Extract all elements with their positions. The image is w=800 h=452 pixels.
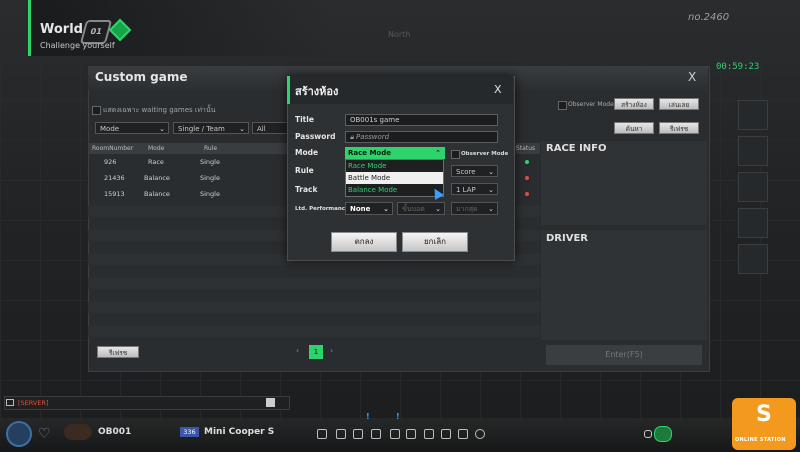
ltd-performance-label: Ltd. Performance [295,206,349,212]
heart-icon: ♡ [38,426,51,442]
chevron-down-icon: ⌄ [383,205,389,213]
empty-row [88,326,540,337]
title-label: Title [295,115,314,124]
shop-icon[interactable] [406,429,416,439]
create-room-button[interactable]: สร้างห้อง [614,98,654,110]
empty-row [88,278,540,289]
chevron-down-icon: ⌄ [488,186,494,194]
col-mode: Mode [148,145,165,152]
player-name: OB001 [98,427,132,437]
chevron-down-icon: ⌄ [435,205,441,213]
chevron-down-icon: ⌄ [488,205,494,213]
mail-icon[interactable] [390,429,400,439]
quick-join-button[interactable]: เล่นเลย [659,98,699,110]
mode-option-race[interactable]: Race Mode [346,160,443,172]
side-slot[interactable] [738,136,768,166]
side-slot[interactable] [738,172,768,202]
status-dot [525,192,529,196]
waiting-only-label: แสดงเฉพาะ waiting games เท่านั้น [103,106,216,114]
prev-page-icon[interactable]: ‹ [296,346,299,355]
ltd-min-dropdown[interactable]: ขั้นบอด ⌄ [397,202,445,215]
driver-title: DRIVER [546,233,588,244]
ltd-max-dropdown[interactable]: มากสุด ⌄ [451,202,498,215]
chevron-down-icon: ⌄ [159,125,165,133]
save-icon[interactable] [266,398,275,407]
toggle-icon[interactable] [654,426,672,442]
community-icon[interactable] [458,429,468,439]
driver-panel [541,230,707,340]
empty-row [88,302,540,313]
logo-text: ONLINE STATION [735,437,786,443]
observer-label: Observer Mode [568,101,614,108]
chat-bubble-icon[interactable] [6,399,14,406]
col-room-number: RoomNumber [92,145,134,152]
next-page-icon[interactable]: › [330,346,333,355]
compass-north: North [388,30,411,39]
page-number-button[interactable]: 1 [309,345,323,359]
chevron-up-icon: ⌃ [435,149,441,157]
people-icon[interactable] [424,429,434,439]
race-info-title: RACE INFO [546,143,607,154]
track-label: Track [295,185,318,194]
title-input[interactable]: OB001s game [345,114,498,126]
gear-icon[interactable] [475,429,485,439]
mode-filter-dropdown[interactable]: Mode ⌄ [95,122,169,134]
password-input[interactable]: 🔒︎ Password [345,131,498,143]
confirm-button[interactable]: ตกลง [331,232,397,252]
bag-icon[interactable] [317,429,327,439]
rule-dropdown[interactable]: Score ⌄ [451,165,498,177]
password-label: Password [295,132,336,141]
world-subtitle: Challenge yourself [40,41,115,50]
custom-game-close-button[interactable]: X [688,70,696,84]
server-number: no.2460 [688,12,730,23]
side-slot[interactable] [738,100,768,130]
create-room-title: สร้างห้อง [295,85,339,98]
col-status: Status [516,145,536,152]
track-dropdown[interactable]: 1 LAP ⌄ [451,183,498,195]
world-title: World [40,22,83,37]
col-rule: Rule [204,145,218,152]
ltd-performance-dropdown[interactable]: None ⌄ [345,202,393,215]
enter-button[interactable]: Enter(F5) [546,345,702,365]
side-slot[interactable] [738,244,768,274]
side-slot[interactable] [738,208,768,238]
mode-label: Mode [295,148,319,157]
alert-icon: ! [366,412,370,421]
clock-timer: 00:59:23 [716,62,760,72]
checklist-icon[interactable] [353,429,363,439]
create-room-close-button[interactable]: X [494,83,502,96]
observer-mode-label: Observer Mode [461,151,509,157]
chevron-down-icon: ⌄ [488,168,494,176]
car-name: Mini Cooper S [204,427,275,437]
refresh-button[interactable]: รีเฟรช [97,346,139,358]
mode-options-list: Race Mode Battle Mode Balance Mode [345,159,444,197]
lock-icon: 🔒︎ [350,133,354,141]
level-badge: 336 [180,427,199,437]
coin-icon [644,430,652,438]
observer-mode-checkbox[interactable] [451,150,460,159]
server-channel-label: [SERVER] [18,399,49,407]
player-emblem-icon[interactable] [6,421,32,447]
scales-icon[interactable] [371,429,381,439]
cancel-button[interactable]: ยกเลิก [402,232,468,252]
car-thumbnail-icon [64,424,92,440]
logo-letter: S [756,402,772,427]
refresh-top-button[interactable]: รีเฟรช [659,122,699,134]
chat-icon[interactable] [441,429,451,439]
rule-label: Rule [295,166,314,175]
status-dot [525,176,529,180]
waiting-only-checkbox[interactable] [92,106,101,115]
mode-dropdown[interactable]: Race Mode ⌃ [345,147,445,159]
stats-icon[interactable] [336,429,346,439]
status-dot [525,160,529,164]
observer-checkbox[interactable] [558,101,567,110]
search-button[interactable]: ค้นหา [614,122,654,134]
all-filter-dropdown[interactable]: All [252,122,288,134]
mode-option-battle[interactable]: Battle Mode [346,172,443,184]
chevron-down-icon: ⌄ [239,125,245,133]
team-filter-dropdown[interactable]: Single / Team ⌄ [173,122,249,134]
mode-option-balance[interactable]: Balance Mode [346,184,443,196]
alert-icon: ! [396,412,400,421]
custom-game-title: Custom game [95,70,188,84]
